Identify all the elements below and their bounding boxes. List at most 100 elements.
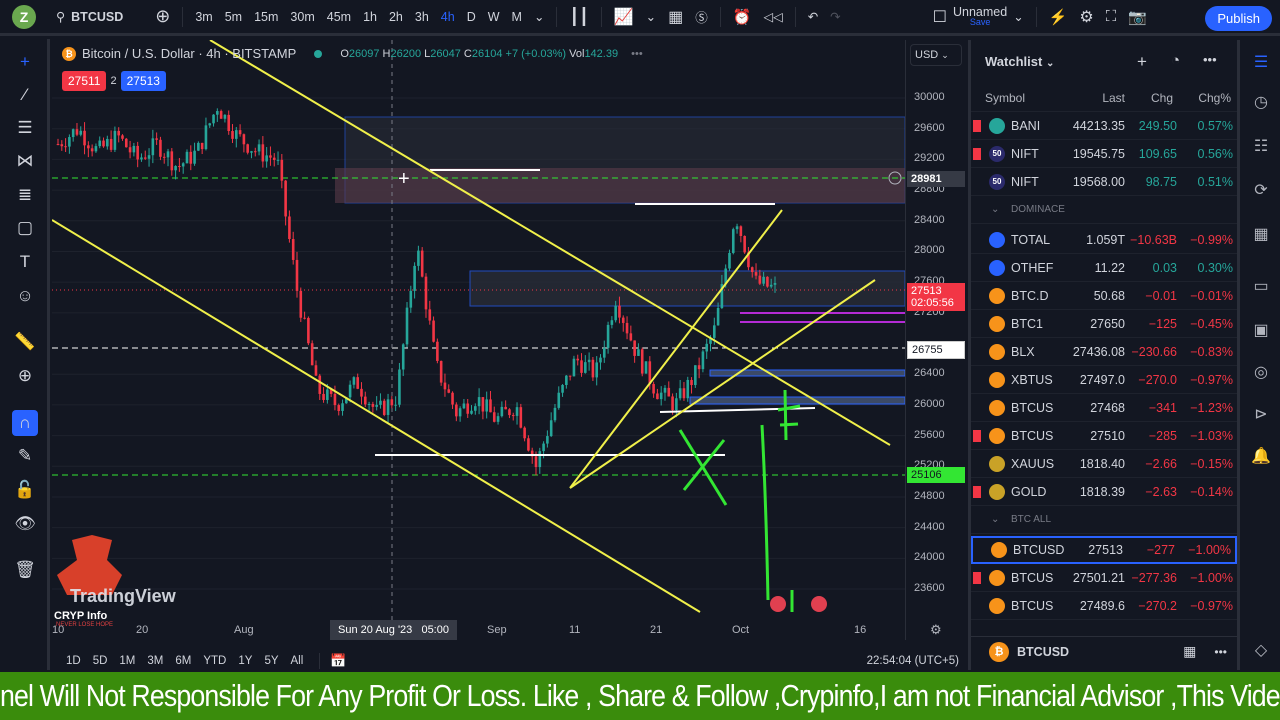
range-1y[interactable]: 1Y <box>232 655 258 667</box>
layout-name[interactable]: Unnamed Save <box>953 6 1007 28</box>
flag-icon[interactable] <box>973 485 981 498</box>
flag-icon[interactable] <box>973 571 981 584</box>
news-icon[interactable]: ☷ <box>1250 136 1272 158</box>
price-axis[interactable]: USD ⌄ 30000 29600 29200 28800 28400 28000 2760… <box>905 40 965 640</box>
range-1d[interactable]: 1D <box>60 655 87 667</box>
interval-D[interactable]: D <box>461 10 482 24</box>
fullscreen-icon[interactable]: ⛶ <box>1100 8 1123 25</box>
symbol-details[interactable]: ₿ BTCUSD ▦ ••• <box>971 636 1237 666</box>
clock[interactable]: 22:54:04 (UTC+5) <box>867 655 959 667</box>
user-avatar[interactable]: Z <box>12 4 36 29</box>
interval-45m[interactable]: 45m <box>321 10 357 24</box>
pattern-icon[interactable]: ⋈ <box>12 148 38 174</box>
range-3m[interactable]: 3M <box>141 655 169 667</box>
watchlist-group[interactable]: ⌄ BTC ALL <box>971 506 1237 534</box>
rectangle-icon[interactable]: ▢ <box>12 215 38 241</box>
range-5y[interactable]: 5Y <box>258 655 284 667</box>
flag-icon[interactable] <box>973 119 981 132</box>
chevron-down-icon[interactable]: ⌄ <box>1007 9 1029 24</box>
col-chg-pct[interactable]: Chg% <box>1198 91 1231 105</box>
interval-1h[interactable]: 1h <box>357 10 383 24</box>
watchlist-row[interactable]: BANI 44213.35 249.50 0.57% <box>971 112 1237 140</box>
buy-button[interactable]: 27513 <box>120 71 166 91</box>
watchlist-group[interactable]: ⌄ DOMINACE <box>971 196 1237 224</box>
interval-5m[interactable]: 5m <box>219 10 248 24</box>
currency-select[interactable]: USD ⌄ <box>910 44 962 66</box>
trash-icon[interactable]: 🗑 <box>12 557 38 583</box>
alerts-clock-icon[interactable]: ◷ <box>1250 92 1272 114</box>
compare-add-icon[interactable]: ⊕ <box>149 6 176 27</box>
eye-icon[interactable]: 👁 <box>12 511 38 537</box>
layout-grid-icon[interactable]: ▦ <box>662 7 689 27</box>
range-all[interactable]: All <box>285 655 310 667</box>
axis-settings-icon[interactable]: ⚙ <box>930 622 942 638</box>
camera-icon[interactable]: 📷 <box>1122 8 1153 26</box>
more-icon[interactable]: ••• <box>1214 645 1227 659</box>
watchlist-row[interactable]: XBTUS 27497.0 −270.0 −0.97% <box>971 366 1237 394</box>
range-ytd[interactable]: YTD <box>197 655 232 667</box>
watchlist-row[interactable]: 50 NIFT 19568.00 98.75 0.51% <box>971 168 1237 196</box>
range-6m[interactable]: 6M <box>169 655 197 667</box>
watchlist-row[interactable]: BTCUSD 27513 −277 −1.00% <box>971 536 1237 564</box>
notifications-icon[interactable]: 🔔 <box>1250 446 1272 468</box>
calendar-icon[interactable]: ▦ <box>1250 224 1272 246</box>
col-chg[interactable]: Chg <box>1151 91 1173 105</box>
gear-icon[interactable]: ⚙ <box>1073 7 1099 27</box>
replay-icon[interactable]: ◁◁ <box>757 9 788 24</box>
more-icon[interactable]: ••• <box>1203 52 1217 67</box>
strategy-icon[interactable]: Ⓢ <box>689 7 714 26</box>
magnet-icon[interactable]: ∩ <box>12 410 38 436</box>
streams-icon[interactable]: ◎ <box>1250 362 1272 384</box>
interval-M[interactable]: M <box>506 10 528 24</box>
flag-icon[interactable] <box>973 147 981 160</box>
chevron-down-icon[interactable]: ⌄ <box>640 9 662 24</box>
flag-icon[interactable] <box>973 429 981 442</box>
watchlist-row[interactable]: OTHEF 11.22 0.03 0.30% <box>971 254 1237 282</box>
interval-W[interactable]: W <box>482 10 506 24</box>
watchlist-row[interactable]: 50 NIFT 19545.75 109.65 0.56% <box>971 140 1237 168</box>
col-last[interactable]: Last <box>1102 91 1125 105</box>
add-symbol-icon[interactable]: + <box>1137 52 1147 72</box>
text-icon[interactable]: T <box>12 249 38 275</box>
redo-icon[interactable]: ↷ <box>824 9 846 24</box>
advanced-view-icon[interactable]: ◔ <box>1171 52 1180 69</box>
watchlist-row[interactable]: XAUUS 1818.40 −2.66 −0.15% <box>971 450 1237 478</box>
zoom-in-icon[interactable]: ⊕ <box>12 363 38 389</box>
interval-3m[interactable]: 3m <box>189 10 218 24</box>
quick-search-icon[interactable]: ⚡ <box>1043 8 1074 26</box>
watchlist-row[interactable]: BTCUS 27501.21 −277.36 −1.00% <box>971 564 1237 592</box>
watchlist-row[interactable]: BTCUS 27510 −285 −1.03% <box>971 422 1237 450</box>
interval-4h[interactable]: 4h <box>435 10 461 24</box>
range-5d[interactable]: 5D <box>87 655 114 667</box>
save-link[interactable]: Save <box>970 18 991 27</box>
ruler-icon[interactable]: 📏 <box>12 329 38 355</box>
interval-30m[interactable]: 30m <box>284 10 320 24</box>
chat-icon[interactable]: ▭ <box>1250 276 1272 298</box>
candles-icon[interactable]: ┃┃ <box>563 7 594 27</box>
symbol-search[interactable]: BTCUSD <box>71 10 129 24</box>
goto-date-icon[interactable]: 📅 <box>330 653 346 669</box>
watchlist-icon[interactable]: ☰ <box>1250 52 1272 74</box>
trendline-icon[interactable]: ⁄ <box>12 82 38 108</box>
emoji-icon[interactable]: ☺ <box>12 283 38 309</box>
indicators-icon[interactable]: 📈 <box>608 7 640 27</box>
interval-15m[interactable]: 15m <box>248 10 284 24</box>
watchlist-row[interactable]: BLX 27436.08 −230.66 −0.83% <box>971 338 1237 366</box>
search-icon[interactable]: ⚲ <box>50 9 71 24</box>
watchlist-row[interactable]: BTC.D 50.68 −0.01 −0.01% <box>971 282 1237 310</box>
watchlist-row[interactable]: BTC1 27650 −125 −0.45% <box>971 310 1237 338</box>
watchlist-title[interactable]: Watchlist ⌄ <box>985 54 1054 69</box>
publish-button[interactable]: Publish <box>1205 6 1272 31</box>
chart-title[interactable]: Bitcoin / U.S. Dollar · 4h · BITSTAMP <box>82 46 296 61</box>
more-icon[interactable]: ••• <box>631 48 643 60</box>
layers-icon[interactable]: ◇ <box>1250 640 1272 662</box>
interval-3h[interactable]: 3h <box>409 10 435 24</box>
lock-drawing-icon[interactable]: ✎ <box>12 443 38 469</box>
col-symbol[interactable]: Symbol <box>985 91 1025 105</box>
interval-2h[interactable]: 2h <box>383 10 409 24</box>
fib-icon[interactable]: ≣ <box>12 182 38 208</box>
watchlist-row[interactable]: BTCUS 27468 −341 −1.23% <box>971 394 1237 422</box>
interval-dropdown-icon[interactable]: ⌄ <box>528 9 550 24</box>
time-axis[interactable]: 10 20 Aug Sep 11 21 Oct 16 Sun 20 Aug '23 05:00 <box>52 620 905 640</box>
undo-icon[interactable]: ↶ <box>802 9 824 24</box>
